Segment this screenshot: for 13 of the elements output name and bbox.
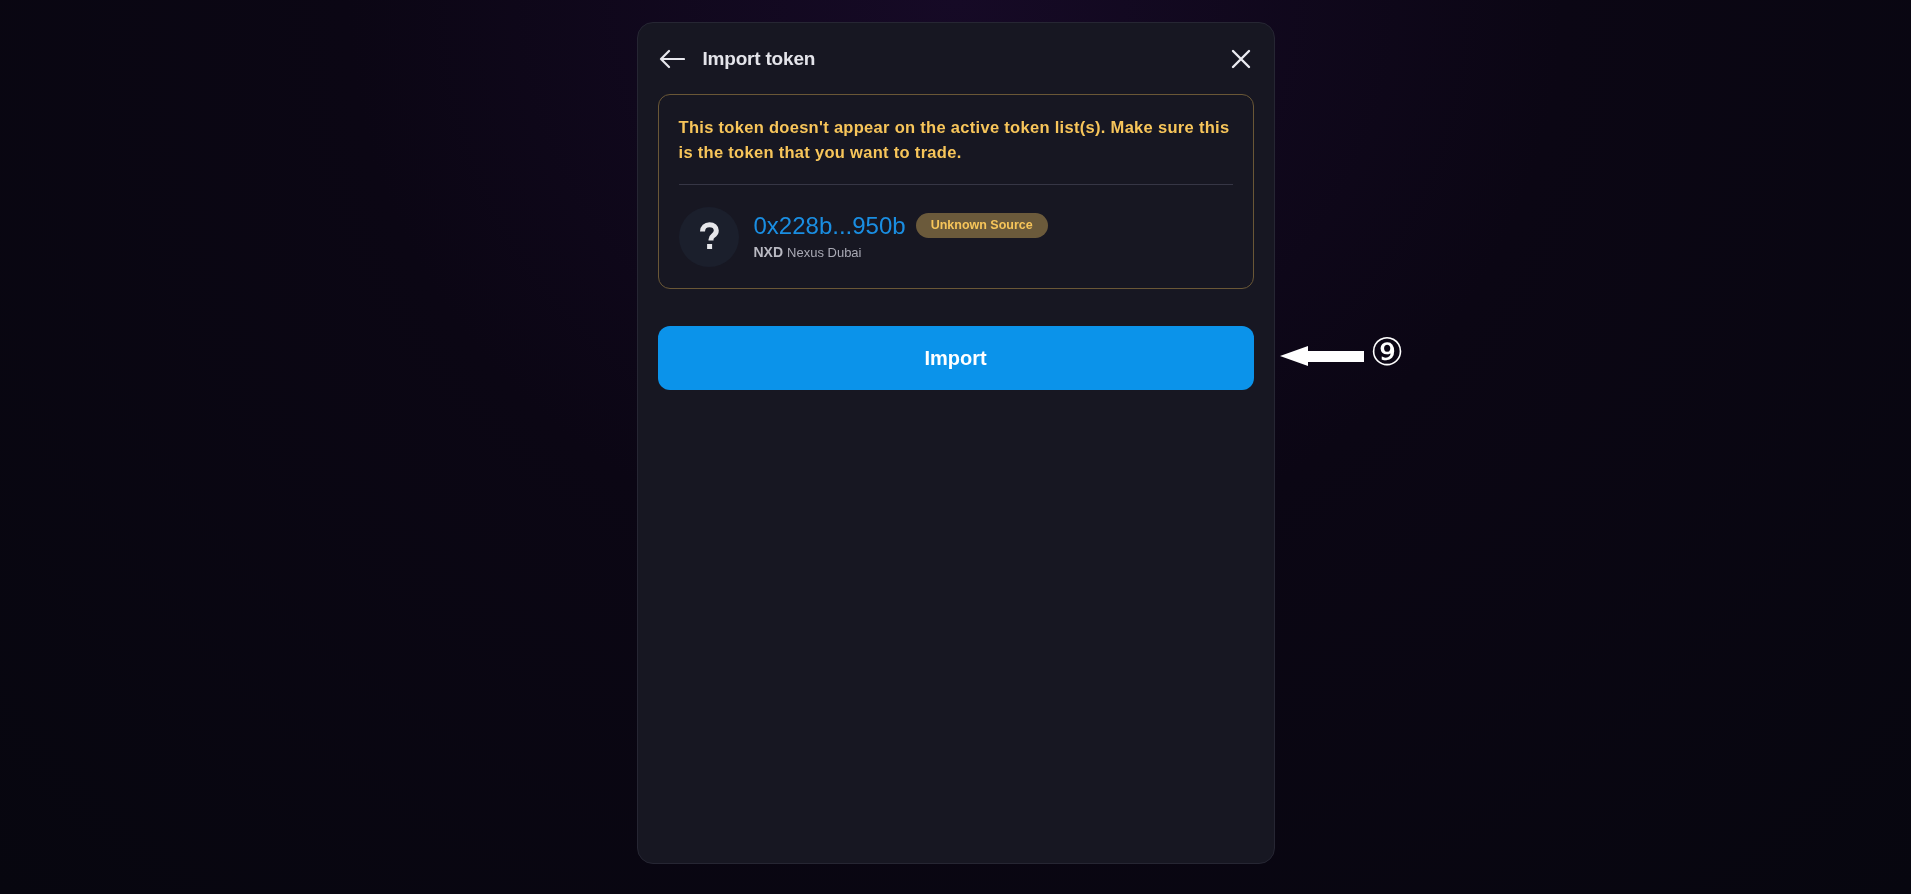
dialog-title: Import token bbox=[702, 46, 816, 71]
arrow-left-icon bbox=[658, 49, 685, 69]
thick-arrow-icon bbox=[1280, 345, 1364, 367]
import-button[interactable]: Import bbox=[657, 326, 1254, 390]
unknown-source-badge: Unknown Source bbox=[915, 213, 1048, 238]
close-button[interactable] bbox=[1229, 48, 1252, 70]
question-mark-icon bbox=[678, 207, 739, 267]
annotation-number: ⑨ bbox=[1370, 330, 1404, 374]
token-name: Nexus Dubai bbox=[787, 243, 862, 262]
close-icon bbox=[1230, 49, 1251, 69]
token-address: 0x228b...950b bbox=[753, 211, 906, 240]
token-symbol: NXD bbox=[753, 242, 784, 262]
warning-message: This token doesn't appear on the active token list(s). Make sure this is the token that you want to trade. bbox=[678, 117, 1231, 163]
